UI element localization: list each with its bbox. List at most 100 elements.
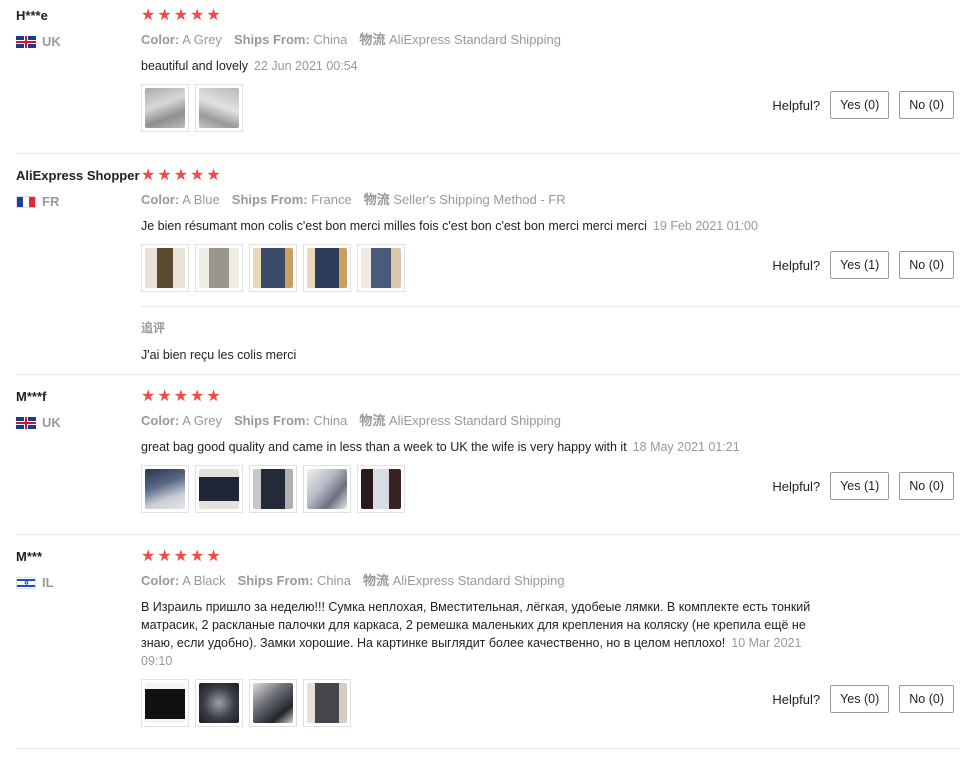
reviewer-info: AliExpress Shopper FR bbox=[16, 168, 140, 209]
uk-flag-icon bbox=[16, 416, 36, 429]
reviewer-info: M*** ✡ IL bbox=[16, 549, 140, 590]
reviewer-name: AliExpress Shopper bbox=[16, 168, 140, 183]
review-photo-thumbnail[interactable] bbox=[357, 244, 405, 292]
review-photo-thumbnail[interactable] bbox=[303, 244, 351, 292]
reviewer-info: M***f UK bbox=[16, 389, 140, 430]
review-photo-thumbnail[interactable] bbox=[195, 679, 243, 727]
ships-from-value: France bbox=[311, 192, 352, 207]
reviewer-name: M*** bbox=[16, 549, 43, 564]
reviewer-country: FR bbox=[16, 194, 140, 209]
review-photo-thumbnail[interactable] bbox=[249, 244, 297, 292]
helpful-section: Helpful? Yes (0) No (0) bbox=[772, 685, 954, 713]
ships-from-label: Ships From: bbox=[233, 413, 310, 428]
color-label: Color: bbox=[141, 32, 180, 47]
review-meta: Color: A Grey Ships From: China 物流 AliExpr… bbox=[141, 413, 960, 429]
review-photo-thumbnail[interactable] bbox=[195, 244, 243, 292]
reviewer-country: ✡ IL bbox=[16, 575, 140, 590]
helpful-yes-button[interactable]: Yes (1) bbox=[830, 251, 890, 279]
star-rating: ★★★★★ bbox=[141, 167, 223, 184]
review-item: M***f UK ★★★★★ Color: A Grey Ships From: … bbox=[16, 389, 960, 535]
uk-flag-icon bbox=[16, 35, 36, 48]
color-label: Color: bbox=[141, 573, 180, 588]
star-rating: ★★★★★ bbox=[141, 7, 223, 24]
star-rating: ★★★★★ bbox=[141, 388, 223, 405]
helpful-yes-button[interactable]: Yes (1) bbox=[830, 472, 890, 500]
star-rating: ★★★★★ bbox=[141, 548, 223, 565]
review-meta: Color: A Grey Ships From: China 物流 AliExpr… bbox=[141, 32, 960, 48]
additional-review-label: 追评 bbox=[141, 321, 166, 335]
helpful-label: Helpful? bbox=[772, 691, 821, 707]
review-photo-thumbnail[interactable] bbox=[303, 679, 351, 727]
review-photo-thumbnail[interactable] bbox=[141, 465, 189, 513]
fr-flag-icon bbox=[16, 195, 36, 208]
ships-from-label: Ships From: bbox=[237, 573, 314, 588]
review-photo-thumbnail[interactable] bbox=[141, 244, 189, 292]
additional-review-text: J'ai bien reçu les colis merci bbox=[141, 348, 297, 362]
review-item: AliExpress Shopper FR ★★★★★ Color: A Blu… bbox=[16, 168, 960, 375]
reviewer-name: H***e bbox=[16, 8, 48, 23]
helpful-section: Helpful? Yes (0) No (0) bbox=[772, 91, 954, 119]
country-code: FR bbox=[42, 194, 60, 209]
helpful-label: Helpful? bbox=[772, 97, 821, 113]
review-item: M*** ✡ IL ★★★★★ Color: A Black Ships From… bbox=[16, 549, 960, 749]
logistics-label: 物流 bbox=[359, 32, 386, 47]
review-photo-thumbnail[interactable] bbox=[141, 84, 189, 132]
ships-from-value: China bbox=[313, 413, 348, 428]
color-label: Color: bbox=[141, 192, 180, 207]
il-flag-icon: ✡ bbox=[16, 576, 36, 589]
country-code: UK bbox=[42, 415, 61, 430]
review-text: great bag good quality and came in less … bbox=[141, 438, 841, 456]
logistics-label: 物流 bbox=[362, 573, 389, 588]
logistics-value: Seller's Shipping Method - FR bbox=[393, 192, 566, 207]
logistics-value: AliExpress Standard Shipping bbox=[389, 413, 562, 428]
ships-from-label: Ships From: bbox=[233, 32, 310, 47]
review-photo-thumbnail[interactable] bbox=[303, 465, 351, 513]
helpful-no-button[interactable]: No (0) bbox=[899, 472, 954, 500]
helpful-no-button[interactable]: No (0) bbox=[899, 251, 954, 279]
helpful-no-button[interactable]: No (0) bbox=[899, 685, 954, 713]
review-text: beautiful and lovely 22 Jun 2021 00:54 bbox=[141, 57, 831, 75]
helpful-section: Helpful? Yes (1) No (0) bbox=[772, 472, 954, 500]
review-body: great bag good quality and came in less … bbox=[141, 440, 627, 454]
helpful-yes-button[interactable]: Yes (0) bbox=[830, 91, 890, 119]
review-photo-thumbnail[interactable] bbox=[195, 465, 243, 513]
logistics-label: 物流 bbox=[359, 413, 386, 428]
country-code: UK bbox=[42, 34, 61, 49]
color-value: A Grey bbox=[182, 32, 222, 47]
review-meta: Color: A Black Ships From: China 物流 AliExp… bbox=[141, 573, 960, 589]
review-text: В Израиль пришло за неделю!!! Сумка непл… bbox=[141, 598, 826, 670]
review-date: 18 May 2021 01:21 bbox=[632, 440, 740, 454]
review-item: H***e UK ★★★★★ Color: A Grey Ships From: … bbox=[16, 8, 960, 154]
review-photo-thumbnail[interactable] bbox=[249, 679, 297, 727]
review-text: Je bien résumant mon colis c'est bon mer… bbox=[141, 217, 841, 235]
reviewer-name: M***f bbox=[16, 389, 47, 404]
review-body: В Израиль пришло за неделю!!! Сумка непл… bbox=[141, 600, 811, 650]
color-label: Color: bbox=[141, 413, 180, 428]
review-photo-thumbnail[interactable] bbox=[141, 679, 189, 727]
review-photo-thumbnail[interactable] bbox=[195, 84, 243, 132]
review-photo-thumbnail[interactable] bbox=[357, 465, 405, 513]
helpful-label: Helpful? bbox=[772, 478, 821, 494]
ships-from-value: China bbox=[317, 573, 351, 588]
ships-from-value: China bbox=[313, 32, 348, 47]
logistics-value: AliExpress Standard Shipping bbox=[389, 32, 562, 47]
color-value: A Black bbox=[182, 573, 226, 588]
review-body: beautiful and lovely bbox=[141, 59, 249, 73]
reviewer-country: UK bbox=[16, 415, 140, 430]
reviewer-country: UK bbox=[16, 34, 140, 49]
color-value: A Blue bbox=[182, 192, 220, 207]
country-code: IL bbox=[42, 575, 54, 590]
helpful-yes-button[interactable]: Yes (0) bbox=[830, 685, 890, 713]
review-date: 22 Jun 2021 00:54 bbox=[254, 59, 358, 73]
review-photo-thumbnail[interactable] bbox=[249, 465, 297, 513]
color-value: A Grey bbox=[182, 413, 222, 428]
review-body: Je bien résumant mon colis c'est bon mer… bbox=[141, 219, 647, 233]
logistics-value: AliExpress Standard Shipping bbox=[392, 573, 565, 588]
additional-review: 追评 J'ai bien reçu les colis merci bbox=[141, 306, 960, 362]
review-date: 19 Feb 2021 01:00 bbox=[652, 219, 758, 233]
helpful-no-button[interactable]: No (0) bbox=[899, 91, 954, 119]
reviewer-info: H***e UK bbox=[16, 8, 140, 49]
helpful-section: Helpful? Yes (1) No (0) bbox=[772, 251, 954, 279]
review-meta: Color: A Blue Ships From: France 物流 Seller… bbox=[141, 192, 960, 208]
helpful-label: Helpful? bbox=[772, 257, 821, 273]
